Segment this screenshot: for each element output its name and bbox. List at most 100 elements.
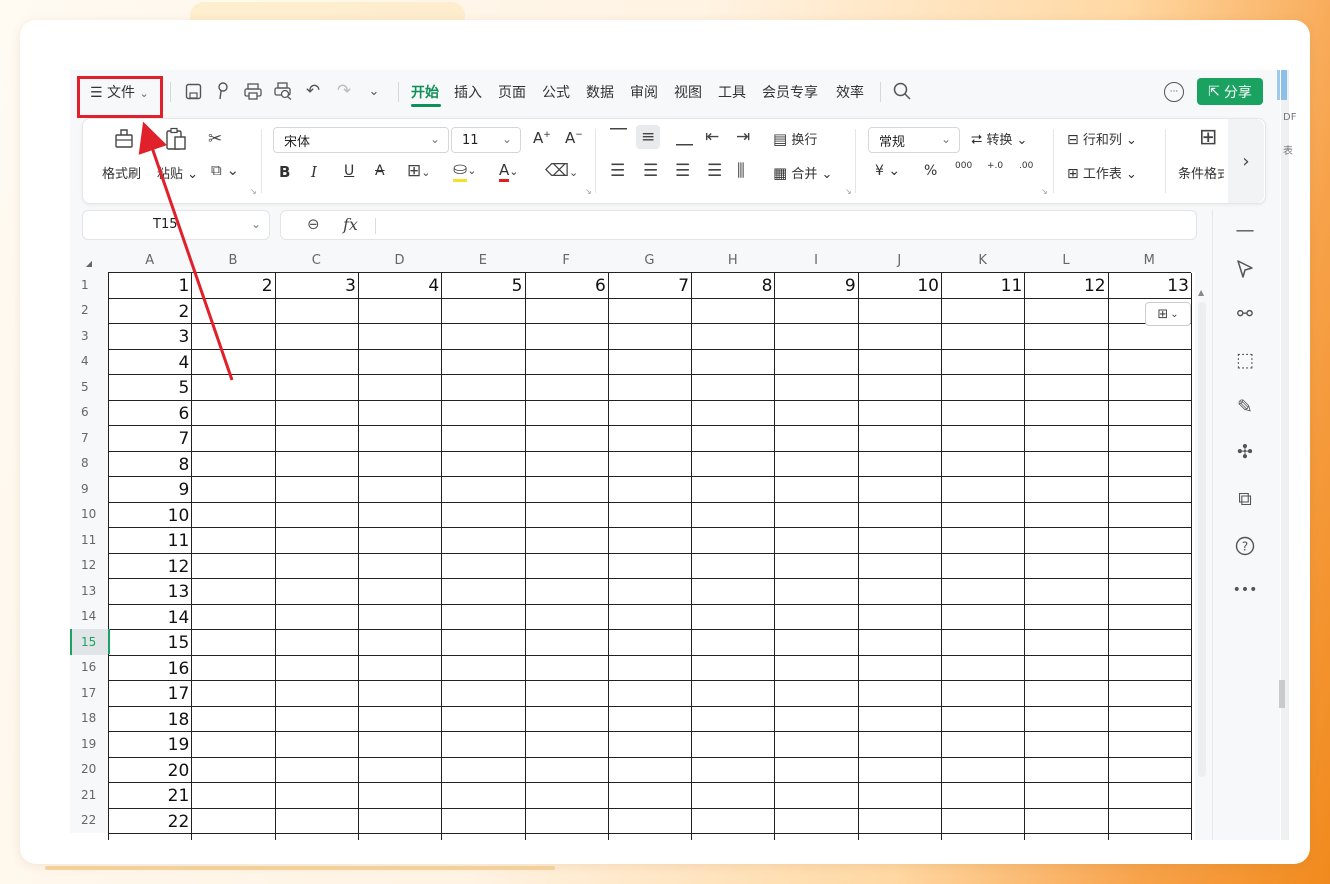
align-top-icon[interactable]: ⎺ (610, 127, 627, 147)
column-header-l[interactable]: L (1024, 248, 1107, 272)
paste-options-button[interactable]: ⊞ ⌄ (1145, 302, 1191, 326)
cell-value[interactable]: 10 (859, 273, 942, 297)
tab-insert[interactable]: 插入 (454, 82, 482, 102)
select-cursor-icon[interactable] (1231, 255, 1259, 283)
row-header-9[interactable]: 9 (70, 476, 108, 502)
cell-value[interactable]: 1 (109, 273, 192, 297)
cell-value[interactable]: 11 (109, 528, 192, 552)
cell-value[interactable]: 14 (109, 605, 192, 629)
align-right-icon[interactable]: ☰ (675, 161, 690, 181)
cell-value[interactable]: 17 (109, 681, 192, 705)
tab-formula[interactable]: 公式 (542, 82, 570, 102)
fill-color-icon[interactable]: ⛀⌄ (453, 159, 476, 182)
cell-value[interactable]: 2 (192, 273, 275, 297)
column-header-a[interactable]: A (108, 248, 191, 272)
tab-efficiency[interactable]: 效率 (836, 82, 864, 102)
cell-value[interactable]: 20 (109, 758, 192, 782)
italic-button[interactable]: I (311, 163, 317, 181)
tab-member[interactable]: 会员专享 (762, 82, 818, 102)
merge-button[interactable]: ▦ 合并 ⌄ (773, 163, 832, 182)
decrease-font-icon[interactable]: A− (565, 129, 583, 147)
column-header-i[interactable]: I (774, 248, 857, 272)
column-header-g[interactable]: G (608, 248, 691, 272)
worksheet-button[interactable]: ⊞ 工作表 ⌄ (1067, 163, 1137, 182)
column-header-c[interactable]: C (275, 248, 358, 272)
cell-value[interactable]: 6 (109, 401, 192, 425)
format-brush-icon[interactable] (213, 80, 233, 102)
cell-value[interactable]: 7 (609, 273, 692, 297)
font-size-select[interactable]: 11 ⌄ (451, 127, 521, 153)
tab-review[interactable]: 审阅 (630, 82, 658, 102)
paste-icon[interactable] (165, 127, 187, 156)
dialog-launcher-icon[interactable]: ↘ (845, 187, 852, 196)
justify-icon[interactable]: ☰ (707, 161, 722, 181)
zoom-formula-icon[interactable]: ⊖ (307, 215, 320, 233)
row-header-6[interactable]: 6 (70, 399, 108, 425)
dialog-launcher-icon[interactable]: ↘ (250, 187, 257, 196)
cell-value[interactable]: 9 (775, 273, 858, 297)
row-header-10[interactable]: 10 (70, 501, 108, 527)
cell-value[interactable]: 4 (359, 273, 442, 297)
row-header-8[interactable]: 8 (70, 450, 108, 476)
conditional-format-label[interactable]: 条件格式 (1178, 163, 1224, 182)
collapse-panel-icon[interactable]: — (1231, 216, 1259, 244)
row-header-18[interactable]: 18 (70, 705, 108, 731)
more-options-icon[interactable]: ••• (1231, 576, 1259, 604)
brush-style-icon[interactable]: ✎ (1231, 393, 1259, 421)
cell-value[interactable]: 3 (109, 324, 192, 348)
wrap-text-button[interactable]: ▤ 换行 (773, 129, 817, 148)
decrease-indent-icon[interactable]: ⇤ (705, 127, 719, 147)
cell-area[interactable]: 1 2 3 4 5 6 7 8 9 10 11 12 13 2 3 4 5 6 7 8 9 10 11 12 13 14 15 16 1… (108, 272, 1192, 840)
cell-value[interactable]: 21 (109, 783, 192, 807)
cell-value[interactable]: 18 (109, 707, 192, 731)
row-header-3[interactable]: 3 (70, 323, 108, 349)
format-painter-icon[interactable] (113, 127, 135, 154)
row-header-12[interactable]: 12 (70, 552, 108, 578)
cell-value[interactable]: 5 (442, 273, 525, 297)
underline-button[interactable]: U (344, 163, 354, 179)
cell-value[interactable]: 8 (692, 273, 775, 297)
increase-decimal-button[interactable]: +.0 (987, 161, 1003, 171)
cell-value[interactable]: 5 (109, 375, 192, 399)
conditional-format-icon[interactable]: ⊞ (1199, 125, 1217, 150)
tools-icon[interactable]: ✣ (1231, 438, 1259, 466)
row-header-21[interactable]: 21 (70, 782, 108, 808)
tab-page[interactable]: 页面 (498, 82, 526, 102)
column-header-m[interactable]: M (1108, 248, 1191, 272)
column-header-e[interactable]: E (441, 248, 524, 272)
format-painter-label[interactable]: 格式刷 (102, 163, 141, 182)
row-header-14[interactable]: 14 (70, 603, 108, 629)
scroll-up-icon[interactable]: ▲ (1198, 288, 1204, 297)
cell-value[interactable]: 3 (276, 273, 359, 297)
print-preview-icon[interactable] (273, 80, 293, 102)
crop-icon[interactable]: ⬚ (1231, 346, 1259, 374)
thousands-button[interactable]: 000 (955, 161, 972, 171)
save-icon[interactable] (183, 80, 203, 102)
cut-icon[interactable]: ✂ (208, 129, 222, 149)
cell-value[interactable]: 12 (109, 554, 192, 578)
row-header-13[interactable]: 13 (70, 578, 108, 604)
copy-icon[interactable]: ⧉ ⌄ (211, 161, 239, 179)
align-middle-icon[interactable]: ≡ (636, 125, 661, 149)
tab-data[interactable]: 数据 (586, 82, 614, 102)
currency-button[interactable]: ¥ ⌄ (875, 163, 900, 179)
decrease-decimal-button[interactable]: .00 (1019, 161, 1033, 171)
cell-value[interactable]: 8 (109, 452, 192, 476)
cell-value[interactable]: 22 (109, 809, 192, 833)
cloud-sync-icon[interactable]: ··· (1164, 82, 1184, 102)
column-header-f[interactable]: F (525, 248, 608, 272)
formula-bar[interactable]: ⊖ fx (280, 210, 1197, 240)
print-icon[interactable] (243, 80, 263, 102)
strikethrough-button[interactable]: A (375, 163, 385, 179)
cell-value[interactable]: 13 (109, 579, 192, 603)
row-header-22[interactable]: 22 (70, 807, 108, 833)
row-header-15[interactable]: 15 (70, 629, 108, 655)
name-box[interactable]: T15 ⌄ (82, 210, 270, 240)
spreadsheet-grid[interactable]: ◢ ABCDEFGHIJKLM 1 2 3 4 5 6 7 8 9 10 11 12 13 2 3 4 5 6 7 8… (70, 248, 1195, 840)
cell-value[interactable]: 2 (109, 299, 192, 323)
align-left-icon[interactable]: ☰ (610, 161, 625, 181)
row-header-5[interactable]: 5 (70, 374, 108, 400)
increase-indent-icon[interactable]: ⇥ (736, 127, 750, 147)
column-header-b[interactable]: B (191, 248, 274, 272)
column-header-d[interactable]: D (358, 248, 441, 272)
